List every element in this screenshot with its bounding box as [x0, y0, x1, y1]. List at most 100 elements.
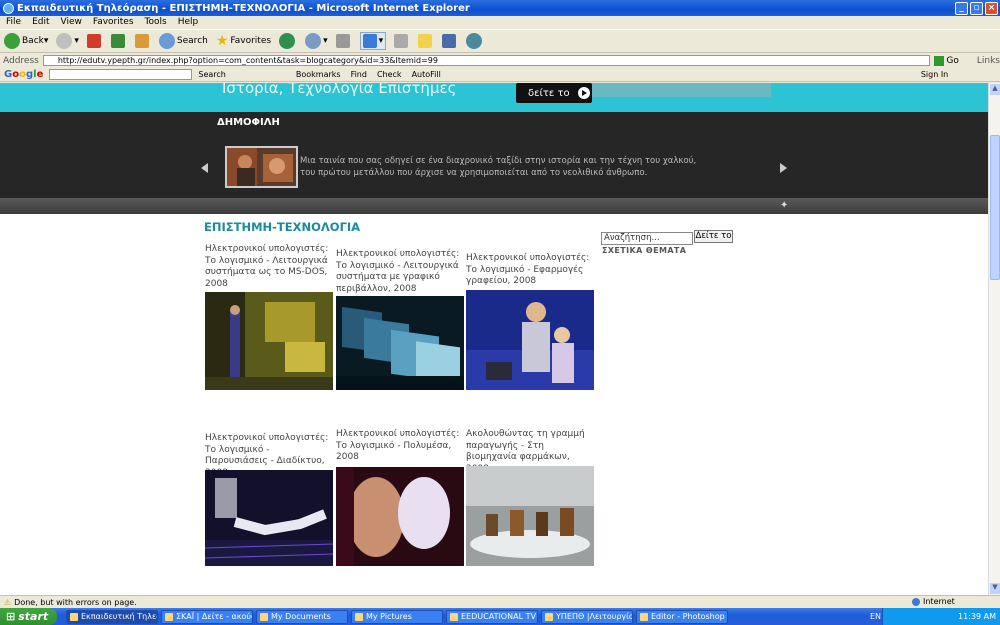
minimize-button[interactable]: _ [955, 1, 968, 15]
menu-file[interactable]: File [6, 17, 21, 27]
maximize-button[interactable]: ▫ [970, 1, 983, 15]
print-button[interactable] [335, 34, 352, 48]
taskbar-item-1[interactable]: Εκπαιδευτική Τηλεόρ... [66, 609, 158, 624]
menu-edit[interactable]: Edit [32, 17, 49, 27]
go-arrow-icon [934, 55, 945, 66]
taskbar-item-7[interactable]: Editor - Photoshop El... [636, 609, 728, 624]
video-image[interactable] [466, 466, 594, 566]
scroll-up-icon[interactable]: ▲ [990, 84, 1000, 95]
printer-icon [335, 34, 350, 48]
video-image[interactable] [466, 290, 594, 390]
search-label: Search [176, 36, 208, 46]
zone-label: Internet [923, 597, 955, 606]
google-toolbar: Google Search Bookmarks Find Check AutoF… [0, 68, 1000, 82]
video-image[interactable] [205, 292, 333, 390]
video-caption[interactable]: Ηλεκτρονικοί υπολογιστές: Το λογισμικό -… [205, 244, 333, 290]
sign-in-button[interactable]: Sign In [921, 70, 948, 79]
edit-button[interactable]: ▾ [359, 32, 387, 50]
status-warning-icon: ⚠ [4, 597, 12, 607]
autofill-button[interactable]: AutoFill [412, 70, 441, 79]
status-text: Done, but with errors on page. [14, 597, 137, 607]
discuss-button[interactable] [394, 34, 410, 48]
taskbar-item-3[interactable]: My Documents [256, 609, 348, 624]
media-icon [279, 33, 296, 49]
language-indicator[interactable]: EN [870, 612, 881, 621]
globe-icon [912, 597, 920, 606]
refresh-button[interactable] [110, 34, 127, 48]
edit-page-icon [362, 34, 377, 48]
address-label: Address [3, 55, 39, 66]
banner-strip [591, 83, 771, 97]
carousel-next-icon[interactable] [780, 163, 787, 173]
banner-watch-button[interactable]: δείτε το [516, 83, 592, 103]
window-title-bar[interactable]: Εκπαιδευτική Τηλεόραση - ΕΠΙΣΤΗΜΗ-ΤΕΧΝΟΛ… [0, 0, 1000, 16]
research-button[interactable] [418, 34, 434, 48]
refresh-icon [110, 34, 125, 48]
links-button[interactable]: Links [977, 56, 1000, 66]
video-item-1[interactable]: Ηλεκτρονικοί υπολογιστές: Το λογισμικό -… [205, 244, 333, 290]
back-arrow-icon [4, 33, 20, 49]
go-label: Go [946, 55, 959, 66]
status-bar: ⚠ Done, but with errors on page. Interne… [0, 595, 1000, 608]
extension-button[interactable] [466, 33, 484, 49]
section-title: ΕΠΙΣΤΗΜΗ-ΤΕΧΝΟΛΟΓΙΑ [204, 220, 361, 234]
taskbar-item-6[interactable]: ΥΠΕΠΘ |Λειτουργία ο... [541, 609, 633, 624]
taskbar: ⊞ start Εκπαιδευτική Τηλεόρ... ΣΚΑΪ | Δε… [0, 608, 1000, 625]
menu-tools[interactable]: Tools [145, 17, 167, 27]
media-button[interactable] [279, 33, 297, 49]
search-button[interactable]: Search [158, 33, 208, 49]
taskbar-item-4[interactable]: My Pictures [351, 609, 443, 624]
url-input[interactable]: http://edutv.ypepth.gr/index.php?option=… [42, 55, 931, 66]
google-search-input[interactable] [49, 69, 193, 80]
go-button[interactable]: Go [934, 55, 959, 66]
google-logo: Google [4, 69, 44, 80]
messenger-button[interactable] [442, 34, 458, 48]
video-caption[interactable]: Ηλεκτρονικοί υπολογιστές: Το λογισμικό -… [466, 253, 594, 288]
banner-headline: Ιστορία, Τεχνολογία Επιστήμες [222, 83, 457, 97]
search-icon [158, 33, 175, 49]
discuss-icon [394, 34, 409, 48]
taskbar-item-5[interactable]: EEDUCATIONAL TV [446, 609, 538, 624]
video-item-3[interactable]: Ηλεκτρονικοί υπολογιστές: Το λογισμικό -… [466, 253, 594, 288]
video-image[interactable] [336, 296, 464, 390]
video-image[interactable] [205, 470, 333, 566]
carousel-prev-icon[interactable] [201, 163, 208, 173]
video-caption[interactable]: Ηλεκτρονικοί υπολογιστές: Το λογισμικό -… [336, 429, 464, 464]
scroll-down-icon[interactable]: ▼ [990, 583, 1000, 594]
find-button[interactable]: Find [351, 70, 367, 79]
standard-toolbar: Back ▾ ▾ Search ★ Favorites ▾ ▾ [0, 29, 1000, 53]
forward-arrow-icon [56, 33, 73, 49]
back-button[interactable]: Back ▾ [4, 33, 48, 49]
messenger-icon [442, 34, 457, 48]
menu-view[interactable]: View [61, 17, 82, 27]
forward-button[interactable]: ▾ [56, 33, 79, 49]
history-icon [305, 33, 322, 49]
video-item-2[interactable]: Ηλεκτρονικοί υπολογιστές: Το λογισμικό -… [336, 249, 464, 295]
close-button[interactable]: × [985, 1, 998, 15]
scroll-thumb[interactable] [990, 135, 1000, 280]
video-item-5[interactable]: Ηλεκτρονικοί υπολογιστές: Το λογισμικό -… [336, 429, 464, 464]
google-search-button[interactable]: Search [198, 70, 225, 79]
check-button[interactable]: Check [377, 70, 402, 79]
stop-button[interactable] [86, 34, 103, 48]
menu-favorites[interactable]: Favorites [93, 17, 134, 27]
page-viewport: Ιστορία, Τεχνολογία Επιστήμες δείτε το Δ… [0, 83, 988, 595]
home-button[interactable] [134, 34, 151, 48]
video-image[interactable] [336, 467, 464, 566]
internet-explorer-icon [3, 2, 14, 14]
site-search-input[interactable]: Αναζήτηση... [601, 232, 693, 245]
vertical-scrollbar[interactable]: ▲ ▼ [988, 83, 1000, 595]
menu-bar: File Edit View Favorites Tools Help [0, 16, 1000, 28]
menu-help[interactable]: Help [178, 17, 199, 27]
watch-label: δείτε το [528, 87, 570, 99]
bookmarks-button[interactable]: Bookmarks [296, 70, 341, 79]
start-button[interactable]: ⊞ start [0, 608, 57, 625]
site-search-button[interactable]: Δείτε το [694, 230, 733, 243]
popular-thumbnail[interactable] [225, 146, 298, 188]
clock[interactable]: 11:39 AM [958, 612, 996, 621]
video-caption[interactable]: Ηλεκτρονικοί υπολογιστές: Το λογισμικό -… [336, 249, 464, 295]
history-button[interactable]: ▾ [305, 33, 328, 49]
taskbar-item-2[interactable]: ΣΚΑΪ | Δείτε - ακούστ... [161, 609, 253, 624]
favorites-button[interactable]: ★ Favorites [216, 33, 271, 49]
featured-banner: Ιστορία, Τεχνολογία Επιστήμες δείτε το [0, 83, 988, 112]
